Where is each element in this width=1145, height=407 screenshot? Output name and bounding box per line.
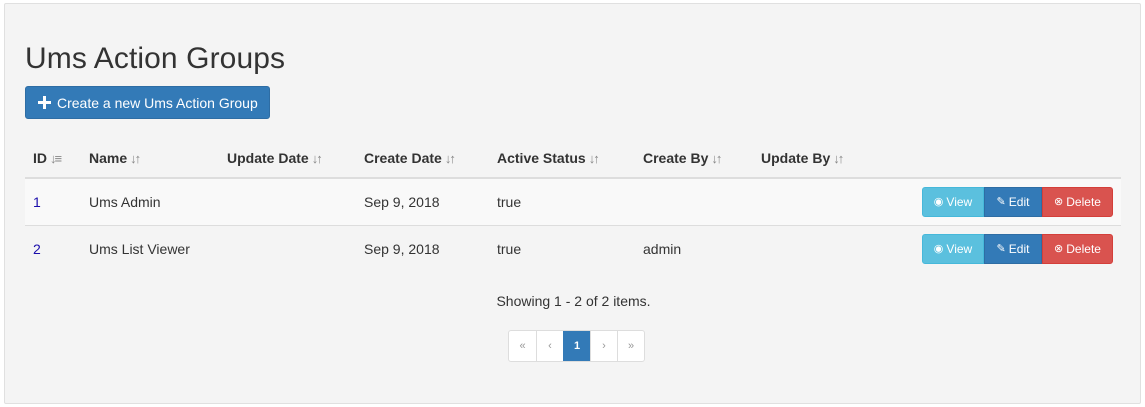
edit-button[interactable]: ✎ Edit	[984, 186, 1042, 217]
cell-create-date: Sep 9, 2018	[356, 224, 489, 272]
cell-name: Ums Admin	[81, 177, 219, 225]
cell-update-by	[753, 224, 893, 272]
table-row: 2 Ums List Viewer Sep 9, 2018 true admin…	[25, 224, 1121, 272]
column-header-create-date[interactable]: Create Date ↓↑	[356, 138, 489, 179]
eye-icon: ◉	[933, 196, 944, 209]
pagination-summary: Showing 1 - 2 of 2 items.	[496, 293, 651, 309]
column-header-create-by[interactable]: Create By ↓↑	[635, 138, 753, 179]
column-header-id[interactable]: ID ↓≡	[25, 138, 81, 179]
sort-icon: ↓↑	[130, 150, 141, 166]
row-id-link[interactable]: 1	[33, 194, 41, 210]
pencil-icon: ✎	[996, 243, 1006, 256]
pagination: « ‹ 1 › »	[508, 330, 645, 362]
pencil-icon: ✎	[996, 196, 1006, 209]
cell-actions: ◉ View ✎ Edit ⊗ Delete	[893, 224, 1121, 272]
cell-id: 2	[25, 224, 81, 272]
row-actions: ◉ View ✎ Edit ⊗ Delete	[922, 233, 1113, 264]
sort-asc-icon: ↓≡	[50, 150, 62, 166]
column-header-update-by[interactable]: Update By ↓↑	[753, 138, 893, 179]
cell-create-by: admin	[635, 224, 753, 272]
page-prev-button[interactable]: ‹	[536, 331, 563, 361]
sort-icon: ↓↑	[444, 150, 456, 166]
sort-icon: ↓↑	[311, 150, 323, 166]
cell-name: Ums List Viewer	[81, 224, 219, 272]
edit-button[interactable]: ✎ Edit	[984, 233, 1042, 264]
view-button[interactable]: ◉ View	[922, 233, 984, 264]
cell-actions: ◉ View ✎ Edit ⊗ Delete	[893, 177, 1121, 225]
view-button[interactable]: ◉ View	[922, 186, 984, 217]
table-header-row: ID ↓≡ Name ↓↑ Update Date ↓↑ Create Date ↓↑ …	[25, 138, 1121, 179]
sort-icon: ↓↑	[833, 150, 844, 166]
eye-icon: ◉	[933, 243, 944, 256]
cell-active-status: true	[489, 224, 635, 272]
sort-icon: ↓↑	[711, 150, 722, 166]
cell-update-by	[753, 177, 893, 225]
row-id-link[interactable]: 2	[33, 241, 41, 257]
page-title: Ums Action Groups	[25, 42, 286, 75]
cell-update-date	[219, 224, 356, 272]
page-current-button[interactable]: 1	[563, 331, 590, 361]
times-circle-icon: ⊗	[1054, 196, 1064, 209]
cell-create-by	[635, 177, 753, 225]
page-next-button[interactable]: ›	[590, 331, 617, 361]
cell-active-status: true	[489, 177, 635, 225]
times-circle-icon: ⊗	[1054, 243, 1064, 256]
cell-create-date: Sep 9, 2018	[356, 177, 489, 225]
sort-icon: ↓↑	[588, 150, 600, 166]
row-actions: ◉ View ✎ Edit ⊗ Delete	[922, 186, 1113, 217]
column-header-update-date[interactable]: Update Date ↓↑	[219, 138, 356, 179]
page-last-button[interactable]: »	[617, 331, 644, 361]
column-header-name[interactable]: Name ↓↑	[81, 138, 219, 179]
create-button-label: Create a new Ums Action Group	[57, 94, 258, 111]
column-header-active-status[interactable]: Active Status ↓↑	[489, 138, 635, 179]
create-action-group-button[interactable]: Create a new Ums Action Group	[25, 86, 270, 119]
page-first-button[interactable]: «	[509, 331, 536, 361]
delete-button[interactable]: ⊗ Delete	[1042, 186, 1113, 217]
delete-button[interactable]: ⊗ Delete	[1042, 233, 1113, 264]
table-row: 1 Ums Admin Sep 9, 2018 true ◉ View ✎ Edit…	[25, 177, 1121, 225]
plus-icon	[38, 96, 51, 109]
action-groups-table: ID ↓≡ Name ↓↑ Update Date ↓↑ Create Date ↓↑ …	[25, 138, 1121, 272]
content-panel: Ums Action Groups Create a new Ums Actio…	[4, 3, 1141, 404]
cell-id: 1	[25, 177, 81, 225]
cell-update-date	[219, 177, 356, 225]
column-header-actions	[893, 138, 1121, 179]
